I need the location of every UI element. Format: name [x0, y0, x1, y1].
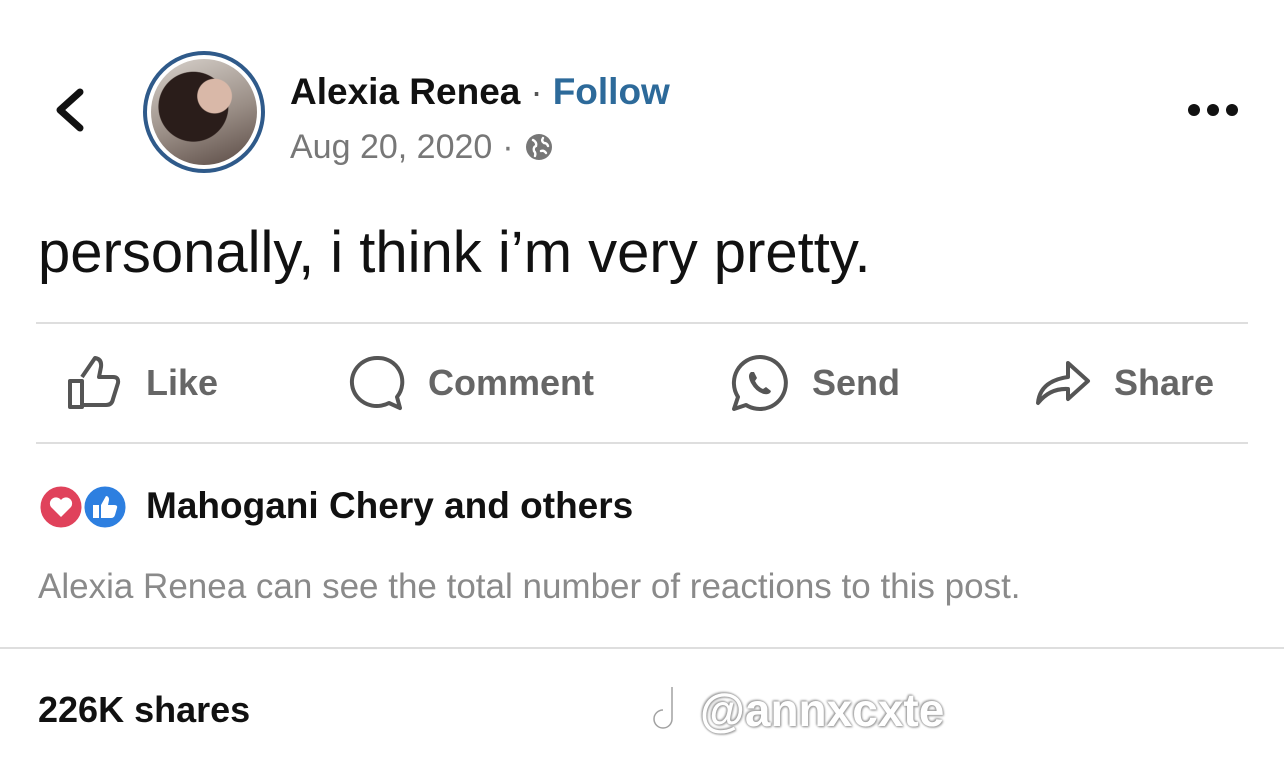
like-button[interactable]: Like: [66, 352, 218, 414]
reactions-summary[interactable]: Mahogani Chery and others: [36, 480, 633, 532]
post-text: personally, i think i’m very pretty.: [38, 220, 871, 285]
share-label: Share: [1114, 362, 1215, 403]
comment-bubble-icon: [349, 355, 405, 410]
divider: [36, 442, 1248, 444]
separator: ·: [530, 71, 543, 112]
divider: [0, 647, 1284, 649]
more-horizontal-icon: [1188, 104, 1238, 116]
like-reaction-icon: [81, 483, 129, 531]
post-date[interactable]: Aug 20, 2020: [290, 126, 492, 168]
reactors-text: Mahogani Chery and others: [146, 485, 634, 526]
shares-count[interactable]: 226K shares: [38, 688, 250, 732]
thumbs-up-icon: [68, 356, 121, 409]
comment-label: Comment: [428, 362, 595, 403]
follow-button[interactable]: Follow: [553, 71, 670, 112]
share-button[interactable]: Share: [1034, 352, 1214, 414]
post-meta: Aug 20, 2020 ·: [290, 126, 554, 168]
author-name[interactable]: Alexia Renea: [290, 71, 520, 112]
watermark: @annxcxte: [646, 680, 944, 740]
avatar-image: [151, 59, 257, 165]
more-options-button[interactable]: [1186, 98, 1240, 122]
whatsapp-icon: [731, 354, 788, 411]
love-reaction-icon: [37, 483, 85, 531]
back-button[interactable]: [50, 86, 90, 134]
watermark-text: @annxcxte: [700, 684, 945, 736]
share-arrow-icon: [1036, 361, 1090, 405]
chevron-left-icon: [56, 88, 84, 132]
like-label: Like: [146, 362, 219, 403]
author-line: Alexia Renea · Follow: [290, 70, 670, 114]
globe-icon: [525, 134, 552, 160]
reaction-visibility-note: Alexia Renea can see the total number of…: [38, 567, 1021, 606]
send-button[interactable]: Send: [730, 352, 900, 414]
avatar[interactable]: [143, 51, 265, 173]
reaction-icons: [36, 482, 136, 531]
separator: ·: [502, 128, 514, 166]
send-label: Send: [812, 362, 901, 403]
divider: [36, 322, 1248, 324]
tiktok-icon: [650, 683, 690, 732]
comment-button[interactable]: Comment: [348, 352, 594, 414]
